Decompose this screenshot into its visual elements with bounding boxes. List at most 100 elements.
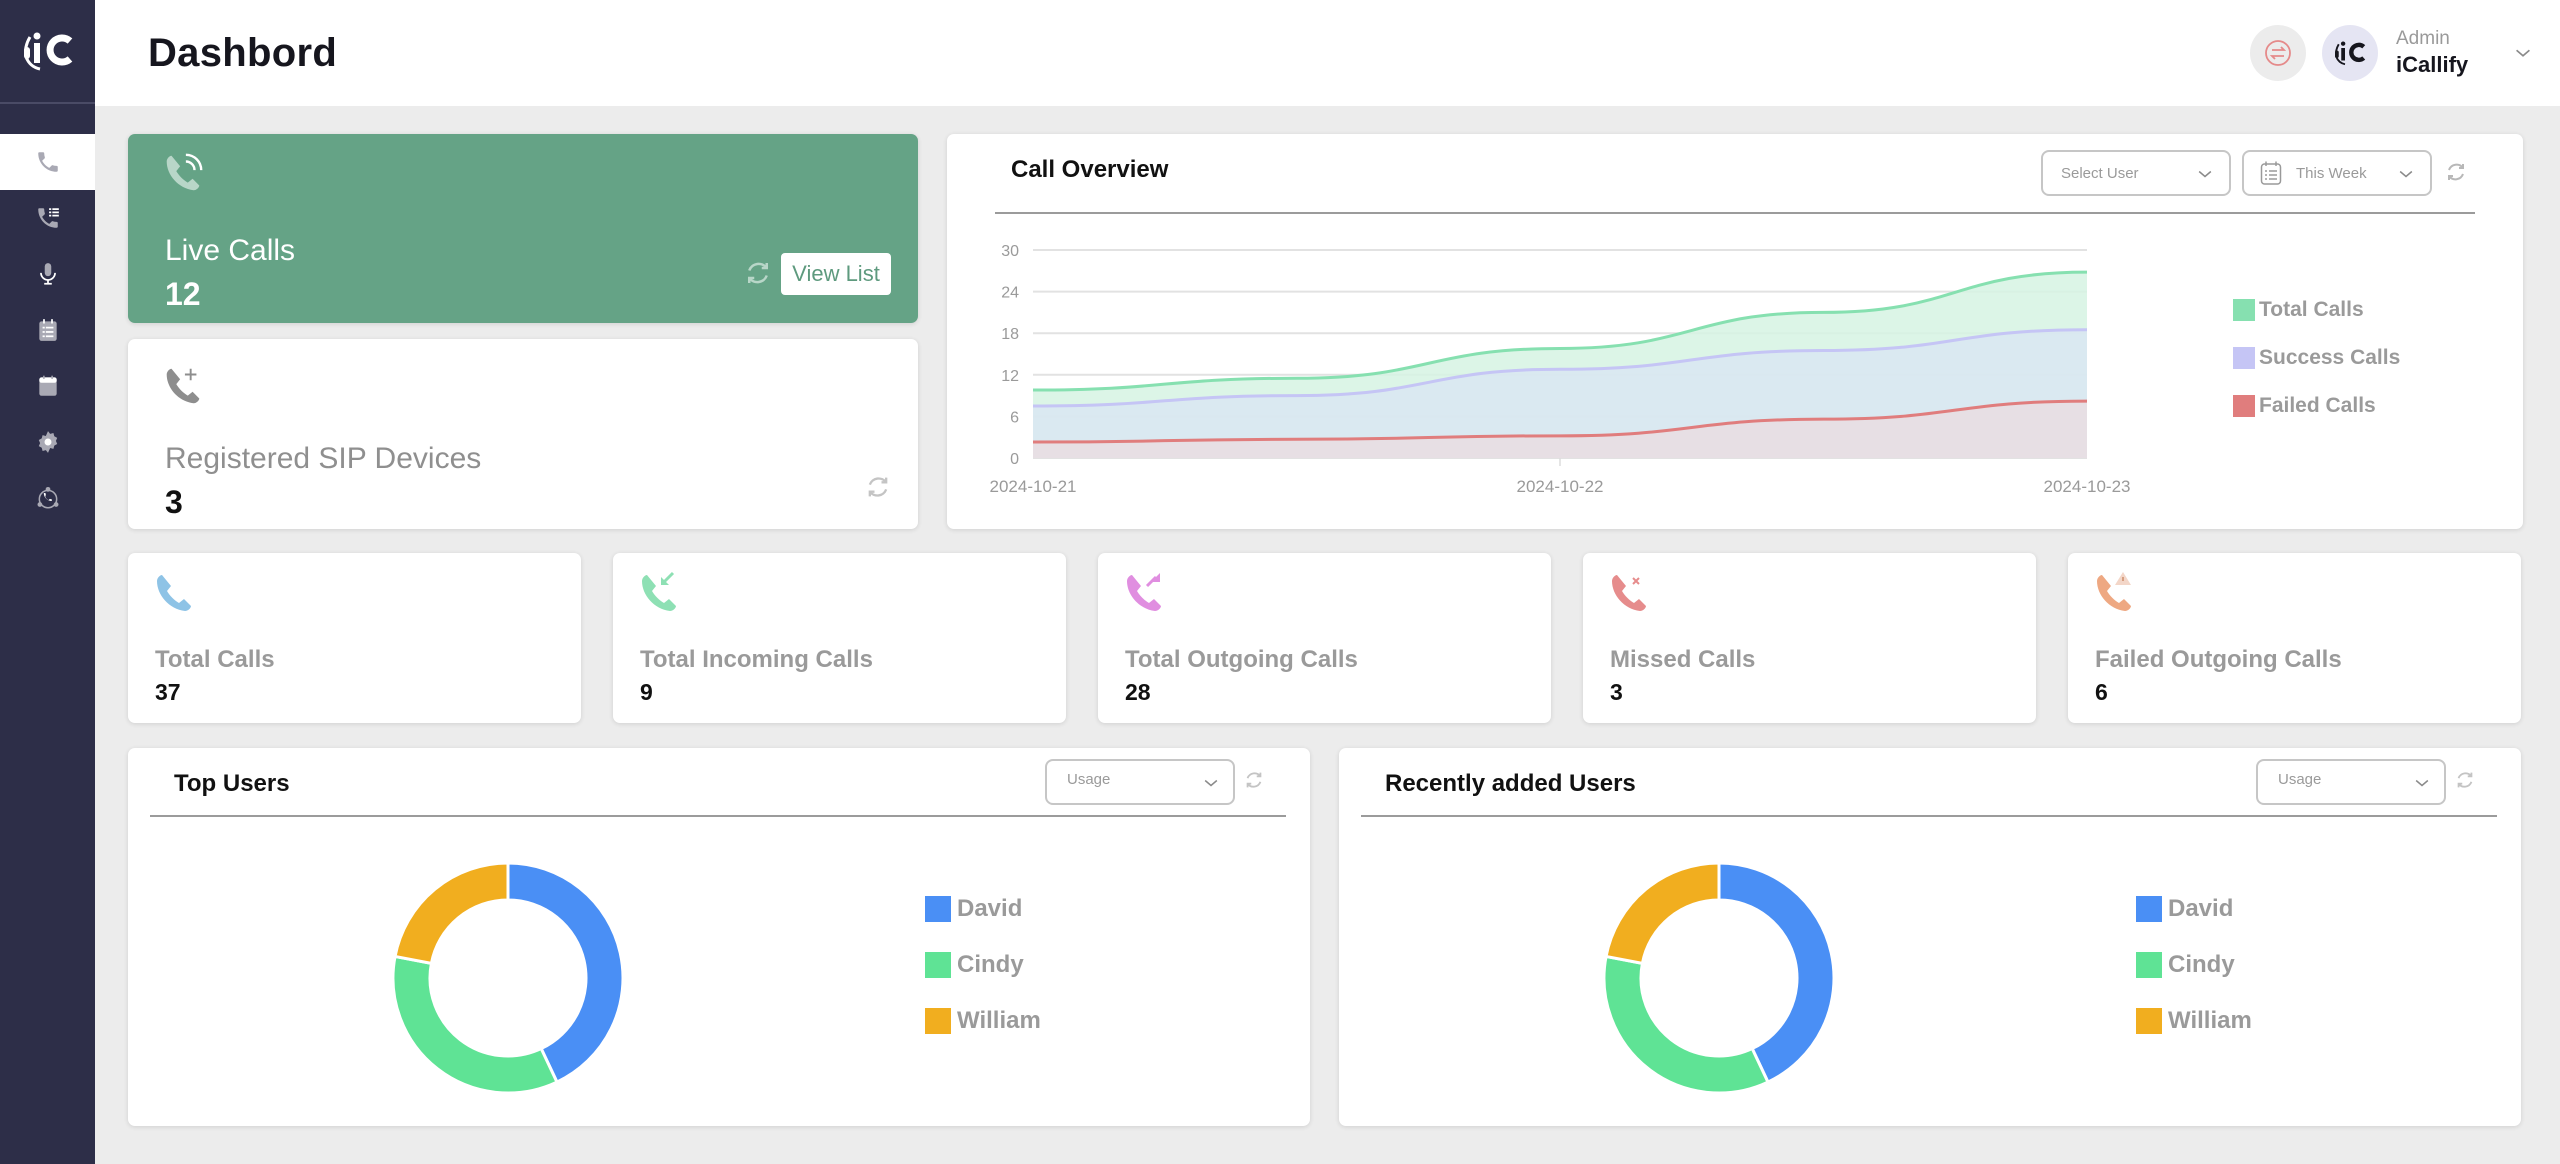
stat-label: Total Calls	[155, 646, 275, 673]
donut-slice-william[interactable]	[393, 861, 510, 966]
card-divider	[1361, 815, 2497, 817]
top-users-donut-chart	[391, 861, 625, 1095]
legend-label: Cindy	[957, 951, 1024, 978]
call-overview-legend: Total Calls Success Calls Failed Calls	[2233, 298, 2401, 443]
sidebar-nav	[0, 134, 95, 526]
sidebar-item-network[interactable]	[0, 470, 95, 526]
live-calls-card: Live Calls 12 View List	[128, 134, 918, 323]
legend-item[interactable]: Total Calls	[2233, 298, 2400, 321]
y-tick-label: 0	[1010, 451, 1019, 468]
live-calls-label: Live Calls	[165, 234, 296, 267]
switch-account-button[interactable]	[2250, 25, 2306, 81]
y-tick-label: 30	[1001, 243, 1019, 260]
phone-missed-icon	[1612, 575, 1646, 611]
legend-swatch	[2136, 1008, 2162, 1034]
avatar[interactable]	[2322, 25, 2378, 81]
sip-devices-label: Registered SIP Devices	[165, 442, 482, 475]
chevron-down-icon[interactable]	[2512, 42, 2534, 64]
refresh-icon[interactable]	[743, 258, 773, 288]
recent-users-filter-dropdown[interactable]: Usage	[2256, 759, 2446, 805]
refresh-icon[interactable]	[1243, 769, 1265, 791]
legend-label: William	[2168, 1007, 2252, 1034]
top-users-title: Top Users	[174, 770, 290, 797]
recent-users-filter-selected: Usage	[2278, 771, 2322, 788]
legend-swatch	[2233, 299, 2255, 321]
gear-icon	[38, 431, 57, 453]
chevron-down-icon	[1204, 779, 1218, 787]
refresh-icon[interactable]	[2454, 769, 2476, 791]
user-info[interactable]: Admin iCallify	[2396, 28, 2506, 78]
microphone-icon	[39, 263, 56, 285]
phone-list-icon	[37, 208, 59, 228]
sidebar-item-reports[interactable]	[0, 302, 95, 358]
legend-label: Failed Calls	[2259, 394, 2376, 417]
top-users-filter-selected: Usage	[1067, 771, 1111, 788]
legend-swatch	[925, 896, 951, 922]
donut-slice-cindy[interactable]	[1602, 954, 1770, 1095]
donut-slice-cindy[interactable]	[391, 954, 559, 1095]
sip-devices-card: Registered SIP Devices 3	[128, 339, 918, 529]
phone-add-icon	[166, 368, 200, 404]
stat-card-incoming-calls: Total Incoming Calls 9	[613, 553, 1066, 723]
call-network-icon	[36, 486, 59, 509]
top-header: Dashbord Admin iCallify	[95, 0, 2560, 106]
y-tick-label: 18	[1001, 326, 1019, 343]
legend-item[interactable]: William	[2136, 1007, 2252, 1034]
legend-swatch	[2233, 395, 2255, 417]
stat-value: 37	[155, 679, 181, 705]
swap-arrows-icon	[2265, 40, 2291, 66]
y-tick-label: 24	[1001, 285, 1019, 302]
donut-slice-david[interactable]	[506, 861, 625, 1085]
logo[interactable]	[0, 0, 95, 104]
stat-label: Missed Calls	[1610, 646, 1756, 673]
view-list-button[interactable]: View List	[781, 253, 891, 295]
sidebar-item-phone[interactable]	[0, 134, 95, 190]
legend-swatch	[925, 952, 951, 978]
stat-card-failed-outgoing: Failed Outgoing Calls 6	[2068, 553, 2521, 723]
sip-devices-value: 3	[165, 484, 183, 520]
legend-item[interactable]: David	[925, 895, 1041, 922]
y-tick-label: 6	[1010, 409, 1019, 426]
x-tick-label: 2024-10-23	[2044, 477, 2131, 496]
donut-slice-david[interactable]	[1717, 861, 1836, 1085]
sidebar-item-call-list[interactable]	[0, 190, 95, 246]
user-name: iCallify	[2396, 52, 2469, 77]
phone-failed-icon	[2097, 572, 2131, 611]
legend-label: William	[957, 1007, 1041, 1034]
sidebar-item-recordings[interactable]	[0, 246, 95, 302]
recent-users-legend: David Cindy William	[2136, 895, 2252, 1064]
user-role: Admin	[2396, 28, 2450, 49]
sidebar	[0, 0, 95, 1164]
stat-value: 28	[1125, 679, 1151, 705]
legend-item[interactable]: David	[2136, 895, 2252, 922]
legend-item[interactable]: William	[925, 1007, 1041, 1034]
sidebar-item-settings[interactable]	[0, 414, 95, 470]
legend-label: Cindy	[2168, 951, 2235, 978]
legend-item[interactable]: Failed Calls	[2233, 394, 2400, 417]
recent-users-donut-chart	[1602, 861, 1836, 1095]
donut-slice-william[interactable]	[1604, 861, 1721, 966]
y-tick-label: 12	[1001, 368, 1019, 385]
phone-icon	[37, 152, 58, 172]
legend-label: Success Calls	[2259, 346, 2401, 369]
refresh-icon[interactable]	[864, 473, 892, 501]
legend-swatch	[2136, 952, 2162, 978]
top-users-card: Top Users Usage David Cindy William	[128, 748, 1310, 1126]
top-users-legend: David Cindy William	[925, 895, 1041, 1064]
stat-label: Total Outgoing Calls	[1125, 646, 1358, 673]
legend-label: Total Calls	[2259, 298, 2364, 321]
sidebar-item-calendar[interactable]	[0, 358, 95, 414]
icallify-avatar-icon	[2335, 41, 2366, 66]
stat-card-total-calls: Total Calls 37	[128, 553, 581, 723]
legend-item[interactable]: Success Calls	[2233, 346, 2401, 369]
legend-item[interactable]: Cindy	[2136, 951, 2252, 978]
call-overview-card: Call Overview Select User This Week 0 6 12…	[947, 134, 2523, 529]
stat-label: Total Incoming Calls	[640, 646, 873, 673]
x-tick-label: 2024-10-21	[990, 477, 1077, 496]
top-users-filter-dropdown[interactable]: Usage	[1045, 759, 1235, 805]
calendar-icon	[38, 375, 57, 396]
legend-swatch	[2136, 896, 2162, 922]
live-calls-value: 12	[165, 276, 201, 312]
stat-value: 9	[640, 679, 653, 705]
legend-item[interactable]: Cindy	[925, 951, 1041, 978]
